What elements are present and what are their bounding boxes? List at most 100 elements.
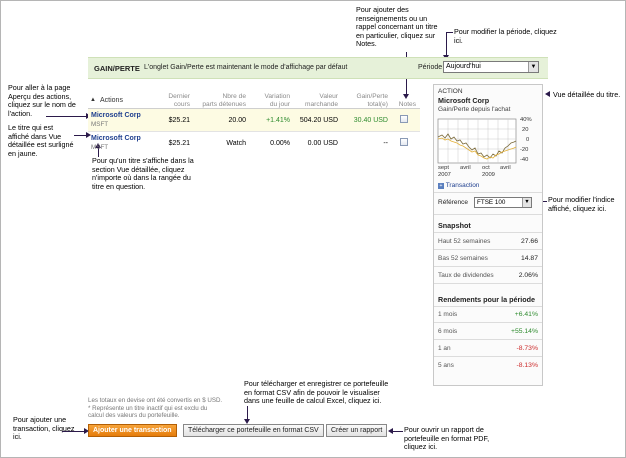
divider <box>434 214 542 215</box>
cell-gain-loss: -- <box>383 140 388 147</box>
index-help-annotation: Pour modifier l'indice affiché, cliquez … <box>548 195 615 213</box>
cell-last-price: $25.21 <box>168 117 190 124</box>
gain-loss-banner: GAIN/PERTE L'onglet Gain/Perte est maint… <box>88 57 548 79</box>
add-arrow-line <box>62 431 84 432</box>
pdf-help-annotation: Pour ouvrir un rapport de portefeuille e… <box>404 425 490 452</box>
divider <box>434 356 542 357</box>
divider <box>434 192 542 193</box>
x-year-2007: 2007 <box>438 172 451 178</box>
x-tick-oct: oct <box>482 165 490 171</box>
banner-title: GAIN/PERTE <box>94 64 140 73</box>
detail-stock-name: Microsoft Corp <box>438 96 490 105</box>
create-report-button[interactable]: Créer un rapport <box>326 424 388 437</box>
snapshot-value: 2.06% <box>518 272 538 279</box>
y-tick-40: 40% <box>520 117 532 123</box>
reference-select-value: FTSE 100 <box>477 199 506 206</box>
divider <box>434 339 542 340</box>
csv-help-annotation: Pour télécharger et enregistrer ce porte… <box>244 379 389 406</box>
divider <box>434 283 542 284</box>
transaction-link-label: Transaction <box>445 182 480 189</box>
download-csv-button[interactable]: Télécharger ce portefeuille en format CS… <box>183 424 324 437</box>
cell-shares: Watch <box>226 140 246 147</box>
col-header-gain-loss[interactable]: Gain/Perte total(e) <box>340 93 388 109</box>
currency-note: Les totaux en devise ont été convertis e… <box>88 397 223 404</box>
col-header-last-price[interactable]: Dernier cours <box>150 93 190 109</box>
divider <box>434 232 542 233</box>
banner-message: L'onglet Gain/Perte est maintenant le mo… <box>144 64 348 71</box>
overview-arrow-line <box>46 116 86 117</box>
highlight-arrow-line <box>74 135 86 136</box>
returns-value: +6.41% <box>514 311 538 318</box>
period-label: Période <box>418 64 443 71</box>
col-header-day-change[interactable]: Variation du jour <box>248 93 290 109</box>
chevron-down-icon: ▼ <box>522 198 531 207</box>
period-help-annotation: Pour modifier la période, cliquez ici. <box>454 27 557 45</box>
col-header-actions[interactable]: Actions <box>100 97 123 104</box>
sort-up-icon[interactable]: ▲ <box>90 97 96 103</box>
csv-arrow-line <box>247 406 248 420</box>
expand-icon: + <box>438 183 444 189</box>
stock-ticker: MSFT <box>91 144 109 151</box>
y-tick-neg20: -20 <box>520 147 529 153</box>
x-tick-sept: sept <box>438 165 449 171</box>
returns-title: Rendements pour la période <box>438 295 536 304</box>
period-arrow-line-h <box>446 32 453 33</box>
period-arrow-line <box>446 32 447 56</box>
stock-name-link[interactable]: Microsoft Corp <box>91 135 141 142</box>
detail-view-arrow-head <box>545 91 550 97</box>
notes-checkbox[interactable] <box>400 115 408 123</box>
returns-label: 5 ans <box>438 362 454 369</box>
snapshot-label: Haut 52 semaines <box>438 238 491 245</box>
cell-shares: 20.00 <box>228 117 246 124</box>
detail-section-label: ACTION <box>438 88 463 95</box>
returns-label: 6 mois <box>438 328 458 335</box>
returns-value: +55.14% <box>510 328 538 335</box>
y-tick-0: 0 <box>526 137 530 143</box>
snapshot-value: 27.66 <box>520 238 538 245</box>
reference-label: Référence <box>438 199 468 206</box>
table-row[interactable]: Microsoft Corp MSFT $25.21 Watch 0.00% 0… <box>88 132 420 154</box>
cell-market-value: 504.20 USD <box>299 117 338 124</box>
snapshot-label: Bas 52 semaines <box>438 255 488 262</box>
cell-day-change: 0.00% <box>270 140 290 147</box>
table-row[interactable]: Microsoft Corp MSFT $25.21 20.00 +1.41% … <box>88 109 420 131</box>
col-header-market-value[interactable]: Valeur marchande <box>292 93 338 109</box>
cell-gain-loss: 30.40 USD <box>353 117 388 124</box>
detail-subtitle: Gain/Perte depuis l'achat <box>438 106 511 113</box>
add-transaction-button[interactable]: Ajouter une transaction <box>88 424 177 437</box>
chevron-down-icon: ▼ <box>528 62 538 72</box>
snapshot-value: 14.87 <box>520 255 538 262</box>
y-tick-neg40: -40 <box>520 157 529 163</box>
stock-name-link[interactable]: Microsoft Corp <box>91 112 141 119</box>
returns-label: 1 mois <box>438 311 458 318</box>
divider <box>434 322 542 323</box>
returns-value: -8.13% <box>516 362 538 369</box>
inactive-note-cont: calcul des valeurs du portefeuille. <box>88 412 180 419</box>
pdf-arrow-line <box>393 431 403 432</box>
x-year-2009: 2009 <box>482 172 495 178</box>
detail-view-panel: ACTION Microsoft Corp Gain/Perte depuis … <box>433 84 543 386</box>
x-tick-avril-2: avril <box>500 165 511 171</box>
notes-arrow-head <box>403 94 409 99</box>
y-tick-20: 20 <box>522 127 529 133</box>
divider <box>434 266 542 267</box>
overview-help-annotation: Pour aller à la page Aperçu des actions,… <box>8 83 76 118</box>
returns-value: -8.73% <box>516 345 538 352</box>
detail-view-annotation: Vue détaillée du titre. <box>553 90 621 99</box>
transaction-link[interactable]: + Transaction <box>438 182 479 189</box>
notes-help-annotation: Pour ajouter des renseignements ou un ra… <box>356 5 438 49</box>
cell-day-change: +1.41% <box>266 117 290 124</box>
snapshot-title: Snapshot <box>438 221 471 230</box>
cell-market-value: 0.00 USD <box>307 140 338 147</box>
col-header-shares[interactable]: Nbre de parts détenues <box>192 93 246 109</box>
divider <box>434 249 542 250</box>
period-select[interactable]: Aujourd'hui ▼ <box>443 61 539 73</box>
snapshot-label: Taux de dividendes <box>438 272 494 279</box>
reference-select[interactable]: FTSE 100 ▼ <box>474 197 532 208</box>
notes-checkbox[interactable] <box>400 138 408 146</box>
highlight-help-annotation: Le titre qui est affiché dans Vue détail… <box>8 123 74 158</box>
detail-help-annotation: Pour qu'un titre s'affiche dans la secti… <box>92 156 194 191</box>
x-tick-avril: avril <box>460 165 471 171</box>
divider <box>434 306 542 307</box>
returns-label: 1 an <box>438 345 451 352</box>
